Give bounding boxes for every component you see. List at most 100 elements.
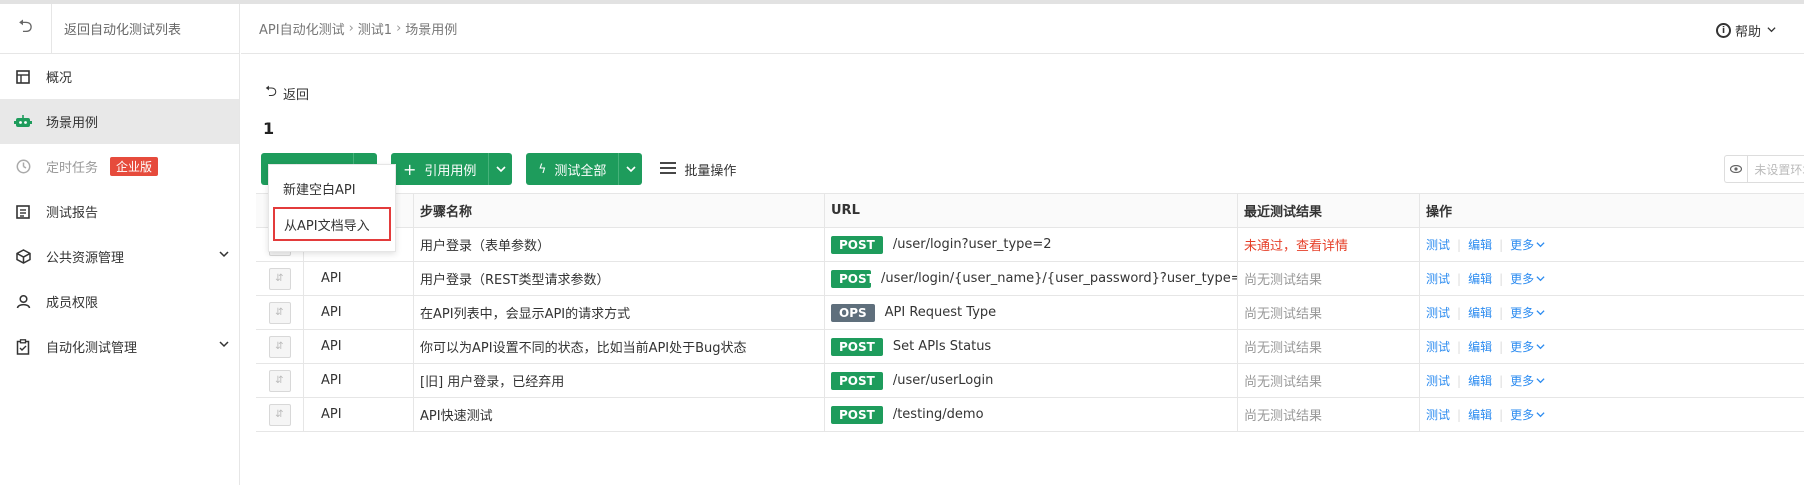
breadcrumb-item[interactable]: API自动化测试 [259,19,345,38]
breadcrumb-item[interactable]: 测试1 [358,19,392,38]
step-type: API [304,398,414,431]
ref-case-dropdown-toggle[interactable] [488,153,513,185]
edit-button[interactable]: 编辑 [1468,406,1492,423]
more-button[interactable]: 更多 [1510,406,1545,423]
cube-icon [14,248,32,266]
test-button[interactable]: 测试 [1426,270,1450,287]
menu-item-new-blank-api[interactable]: 新建空白API [269,171,395,205]
ref-case-label: 引用用例 [424,163,477,179]
main-content: ⮌ 返回 1 + 添加API + 引用用例 [241,55,1804,485]
step-name[interactable]: [旧] 用户登录，已经弃用 [414,364,825,397]
batch-label: 批量操作 [684,163,737,179]
column-header-actions: 操作 [1426,205,1453,220]
more-button[interactable]: 更多 [1510,372,1545,389]
url-text: /user/login/{user_name}/{user_password}?… [881,271,1238,286]
test-button[interactable]: 测试 [1426,372,1450,389]
column-header-step-name: 步骤名称 [414,194,825,227]
sidebar-back[interactable]: ⮌ 返回自动化测试列表 [0,3,239,54]
step-name[interactable]: 用户登录（表单参数） [414,228,825,261]
breadcrumb-item: 场景用例 [405,23,458,38]
drag-handle-icon[interactable]: ⇵ [268,403,291,426]
edit-button[interactable]: 编辑 [1468,338,1492,355]
test-button[interactable]: 测试 [1426,406,1450,423]
drag-cell: ⇵ [256,296,304,329]
more-label: 更多 [1510,306,1535,320]
sidebar-item-test-reports[interactable]: 测试报告 [0,189,239,234]
back-button[interactable]: ⮌ 返回 [265,81,309,106]
more-label: 更多 [1510,408,1535,422]
ref-case-split-button: + 引用用例 [390,153,513,185]
chevron-down-icon [626,166,636,173]
table-body: ⇵API用户登录（表单参数）POST/user/login?user_type=… [256,228,1804,432]
page-title: 1 [263,119,275,138]
test-all-button[interactable]: ϟ 测试全部 [526,153,619,185]
step-name[interactable]: 用户登录（REST类型请求参数） [414,262,825,295]
steps-table: 步骤名称 URL 最近测试结果 操作 ⇵API用户登录（表单参数）POST/us… [256,193,1804,432]
sidebar-item-label: 定时任务 [46,161,99,176]
method-badge: POST [831,405,883,424]
ref-case-button[interactable]: + 引用用例 [390,153,489,185]
chevron-down-icon[interactable] [219,248,229,262]
chevron-down-icon [496,166,506,173]
sidebar-item-scene-cases[interactable]: 场景用例 [0,99,239,144]
drag-handle-icon[interactable]: ⇵ [268,301,291,324]
test-result: 尚无测试结果 [1238,330,1420,363]
more-button[interactable]: 更多 [1510,304,1545,321]
edit-button[interactable]: 编辑 [1468,236,1492,253]
url-text: Set APIs Status [892,339,992,354]
sidebar-back-label[interactable]: 返回自动化测试列表 [52,19,181,38]
clock-icon [14,158,32,176]
sidebar-item-scheduled-tasks[interactable]: 定时任务 企业版 [0,144,239,189]
sidebar-item-overview[interactable]: 概况 [0,54,239,99]
more-button[interactable]: 更多 [1510,270,1545,287]
enterprise-badge: 企业版 [110,157,159,176]
table-row: ⇵API用户登录（表单参数）POST/user/login?user_type=… [256,228,1804,262]
edit-button[interactable]: 编辑 [1468,372,1492,389]
step-type: API [304,262,414,295]
step-url: POST Set APIs Status [825,330,1238,363]
sidebar-item-public-resources[interactable]: 公共资源管理 [0,234,239,279]
drag-handle-icon[interactable]: ⇵ [268,369,291,392]
sidebar: ⮌ 返回自动化测试列表 概况 场景用例 定时任务 企业版 测试报告 公共资源管理… [0,3,240,485]
divider: | [1457,407,1462,422]
robot-icon [14,113,32,131]
divider: | [1499,305,1504,320]
test-result[interactable]: 未通过，查看详情 [1238,228,1420,261]
test-button[interactable]: 测试 [1426,338,1450,355]
batch-operations-button[interactable]: 批量操作 [660,159,736,180]
app: ⮌ 返回自动化测试列表 概况 场景用例 定时任务 企业版 测试报告 公共资源管理… [0,0,1804,485]
menu-item-import-from-api-doc[interactable]: 从API文档导入 [273,207,391,241]
report-icon [14,203,32,221]
return-icon[interactable]: ⮌ [0,3,52,54]
edit-button[interactable]: 编辑 [1468,304,1492,321]
divider: | [1457,373,1462,388]
environment-select[interactable]: 未设置环境 [1724,155,1804,183]
chevron-down-icon [1536,378,1545,384]
test-button[interactable]: 测试 [1426,304,1450,321]
divider: | [1499,339,1504,354]
test-all-dropdown-toggle[interactable] [618,153,643,185]
step-name[interactable]: API快速测试 [414,398,825,431]
sidebar-item-members[interactable]: 成员权限 [0,279,239,324]
test-all-split-button: ϟ 测试全部 [526,153,643,185]
drag-handle-icon[interactable]: ⇵ [268,335,291,358]
test-result: 尚无测试结果 [1238,364,1420,397]
back-label: 返回 [283,88,310,103]
drag-cell: ⇵ [256,330,304,363]
sidebar-item-auto-test-management[interactable]: 自动化测试管理 [0,324,239,369]
table-row: ⇵ API 在API列表中，会显示API的请求方式 OPS API Request Ty… [256,296,1804,330]
drag-handle-icon[interactable]: ⇵ [268,267,291,290]
step-name[interactable]: 你可以为API设置不同的状态，比如当前API处于Bug状态 [414,330,825,363]
test-button[interactable]: 测试 [1426,236,1450,253]
help-menu[interactable]: i 帮助 [1715,21,1776,40]
more-label: 更多 [1510,238,1535,252]
row-actions: 测试 | 编辑 | 更多 [1420,262,1804,295]
edit-button[interactable]: 编辑 [1468,270,1492,287]
step-name[interactable]: 在API列表中，会显示API的请求方式 [414,296,825,329]
chevron-down-icon [1536,276,1545,282]
step-url: POST/user/login/{user_name}/{user_passwo… [825,262,1238,295]
more-button[interactable]: 更多 [1510,236,1545,253]
chevron-down-icon[interactable] [219,338,229,352]
more-button[interactable]: 更多 [1510,338,1545,355]
table-row: ⇵ API API快速测试 POST/testing/demo 尚无测试结果 测试 | 编辑 |… [256,398,1804,432]
